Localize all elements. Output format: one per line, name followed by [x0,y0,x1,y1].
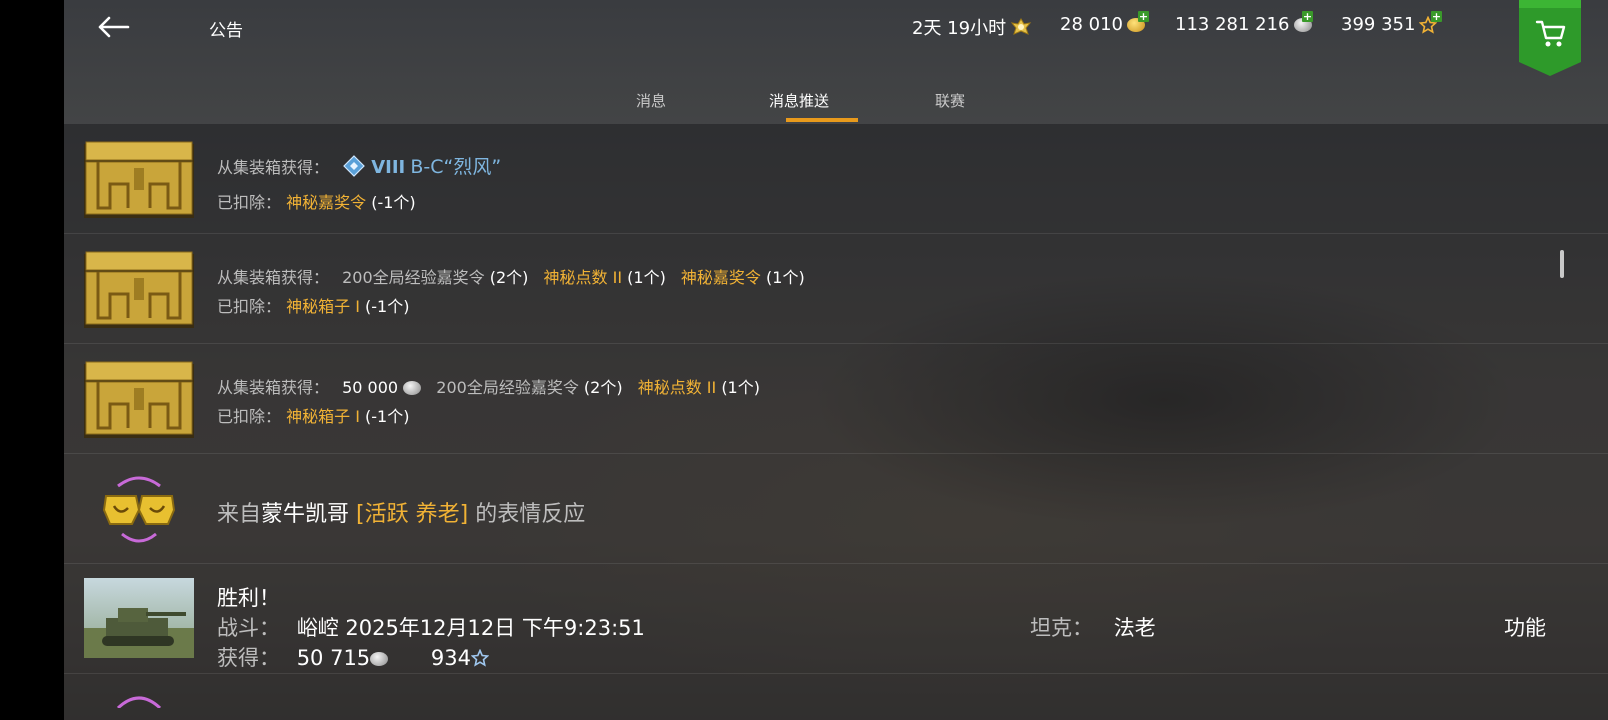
premium-timer[interactable]: 2天 19小时 [912,14,1032,40]
add-gold-icon[interactable]: + [1138,11,1149,22]
silver-coin-icon [370,652,389,666]
tank-class-icon [343,155,365,177]
credits-balance[interactable]: 113 281 216 + [1175,11,1313,35]
free-xp-balance[interactable]: 399 351 + [1341,11,1442,35]
silver-coin-icon [403,381,422,395]
clan-tag[interactable]: [活跃 养老] [356,502,468,527]
list-item[interactable]: 从集装箱获得： VIII B-C“烈风” 已扣除： 神秘嘉奖令 (-1个) [64,124,1608,234]
battle-tank-thumbnail [84,578,194,658]
tab-messages[interactable]: 消息 [636,90,666,111]
reward-line: 从集装箱获得： 50 000 200全局经验嘉奖令 (2个) 神秘点数 II (… [217,378,760,397]
earned-credits: 50 715 [296,646,371,670]
emoji-reaction-icon [116,696,162,708]
reaction-line: 来自蒙牛凯哥 [活跃 养老] 的表情反应 [217,502,586,527]
notification-list[interactable]: 从集装箱获得： VIII B-C“烈风” 已扣除： 神秘嘉奖令 (-1个) 从集… [64,124,1608,720]
reward-line: 从集装箱获得： VIII B-C“烈风” [217,155,502,178]
credits-reward: 50 000 [342,378,399,397]
star-icon [470,648,490,667]
list-item[interactable]: 从集装箱获得： 200全局经验嘉奖令 (2个) 神秘点数 II (1个) 神秘嘉… [64,234,1608,344]
tab-push-messages[interactable]: 消息推送 [769,90,829,111]
tank-line: 坦克： 法老 [1030,616,1156,640]
tank-name: 法老 [1113,616,1156,640]
tank-name: B-C“烈风” [410,156,502,178]
gold-crate-icon [84,361,194,438]
emoji-reaction-icon [102,476,176,543]
app-window: 公告 2天 19小时 28 010 + 113 281 216 + 399 35… [64,0,1608,720]
earned-xp: 934 [430,646,471,670]
battle-result: 胜利！ [217,586,280,610]
list-item[interactable]: 来自蒙牛凯哥 [活跃 养老] 的表情反应 [64,454,1608,564]
add-xp-icon[interactable]: + [1431,11,1442,22]
top-bar: 公告 2天 19小时 28 010 + 113 281 216 + 399 35… [64,0,1608,76]
function-button[interactable]: 功能 [1504,612,1546,642]
reward-line: 从集装箱获得： 200全局经验嘉奖令 (2个) 神秘点数 II (1个) 神秘嘉… [217,268,805,287]
deducted-line: 已扣除： 神秘箱子 I (-1个) [217,297,410,316]
gold-amount: 28 010 [1060,14,1123,35]
premium-timer-text: 2天 19小时 [912,18,1007,39]
list-item[interactable] [64,674,1608,720]
back-arrow-icon[interactable] [94,10,134,44]
active-tab-indicator [786,118,858,122]
premium-medal-icon [1010,18,1032,35]
free-xp-amount: 399 351 [1341,14,1416,35]
gold-balance[interactable]: 28 010 + [1060,11,1149,35]
tab-bar: 消息 消息推送 联赛 [64,72,1608,124]
page-title: 公告 [209,21,243,41]
gold-crate-icon [84,251,194,328]
battle-line: 战斗： 峪崆 2025年12月12日 下午9:23:51 [217,616,645,640]
gold-crate-icon [84,141,194,218]
deducted-line: 已扣除： 神秘箱子 I (-1个) [217,407,410,426]
add-credits-icon[interactable]: + [1302,11,1313,22]
user-name[interactable]: 蒙牛凯哥 [261,502,349,527]
credits-amount: 113 281 216 [1175,14,1290,35]
tank-tier: VIII [371,157,406,178]
list-item[interactable]: 从集装箱获得： 50 000 200全局经验嘉奖令 (2个) 神秘点数 II (… [64,344,1608,454]
deducted-line: 已扣除： 神秘嘉奖令 (-1个) [217,193,416,212]
battle-info: 峪崆 2025年12月12日 下午9:23:51 [296,616,645,640]
tab-league[interactable]: 联赛 [935,90,965,111]
scrollbar[interactable] [1560,250,1564,278]
list-item[interactable]: 胜利！ 战斗： 峪崆 2025年12月12日 下午9:23:51 获得： 50 … [64,564,1608,674]
earned-line: 获得： 50 715 934 [217,642,490,672]
shop-cart-button[interactable] [1519,0,1581,80]
